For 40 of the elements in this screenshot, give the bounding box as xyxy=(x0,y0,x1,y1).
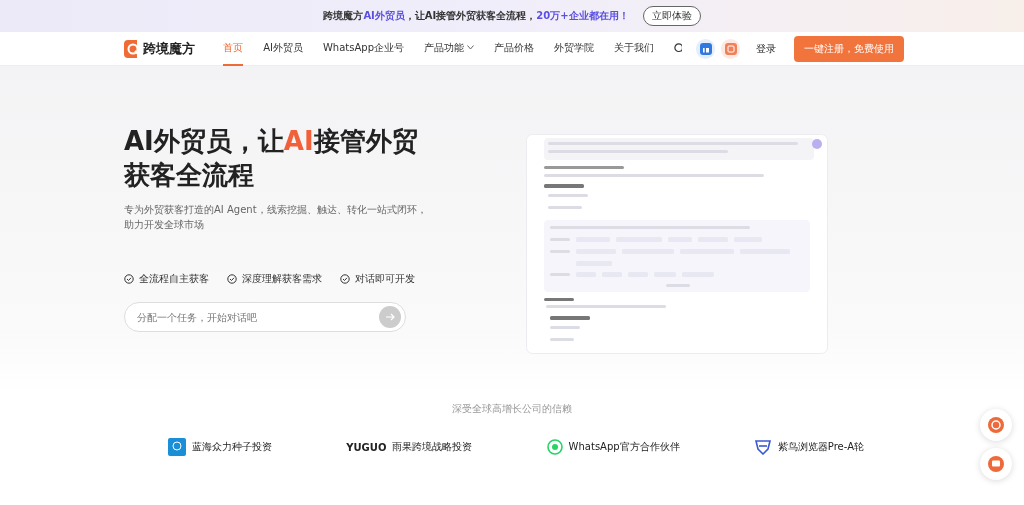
feature-text: 深度理解获客需求 xyxy=(242,272,322,286)
chat-icon xyxy=(987,455,1005,473)
hero-title: AI外贸员，让AI接管外贸获客全流程 xyxy=(124,125,419,192)
nav-link[interactable]: 产品价格 xyxy=(494,31,534,66)
social-icon[interactable] xyxy=(696,38,715,59)
try-now-button[interactable]: 立即体验 xyxy=(642,6,701,26)
partner-logo: YUGUO xyxy=(346,441,387,453)
headset-icon xyxy=(987,416,1005,434)
nav-link[interactable]: AI外贸员 xyxy=(263,31,303,66)
nav-link[interactable]: 关于我们 xyxy=(614,31,654,66)
task-input-field[interactable]: 分配一个任务，开始对话吧 xyxy=(135,310,379,324)
partner-name: WhatsApp官方合作伙伴 xyxy=(568,440,680,454)
whatsapp-icon xyxy=(546,439,563,455)
trust-title: 深受全球高增长公司的信赖 xyxy=(452,402,572,416)
nav-link[interactable]: WhatsApp企业号 xyxy=(322,31,404,66)
check-circle-icon xyxy=(227,274,237,284)
send-button[interactable] xyxy=(379,306,401,328)
search-icon[interactable] xyxy=(674,43,682,54)
hero-subtitle: 专为外贸获客打造的AI Agent，线索挖掘、触达、转化一站式闭环，助力开发全球市场 xyxy=(124,203,428,232)
app-icon[interactable] xyxy=(721,38,740,59)
brand-name: 跨境魔方 xyxy=(143,39,196,58)
chevron-down-icon xyxy=(467,45,474,50)
feature-text: 对话即可开发 xyxy=(355,272,415,286)
nav-link[interactable]: 产品功能 xyxy=(424,31,474,66)
partner-name: 蓝海众力种子投资 xyxy=(192,440,272,454)
support-button[interactable] xyxy=(980,409,1012,441)
task-input-box[interactable]: 分配一个任务，开始对话吧 xyxy=(124,302,406,332)
nav-link[interactable]: 外贸学院 xyxy=(554,31,594,66)
check-circle-icon xyxy=(340,274,350,284)
feature-text: 全流程自主获客 xyxy=(139,272,209,286)
check-circle-icon xyxy=(124,274,134,284)
arrow-right-icon xyxy=(385,313,395,321)
partner-name: 紫鸟浏览器Pre-A轮 xyxy=(777,440,864,454)
promo-text: 跨境魔方AI外贸员，让AI接管外贸获客全流程，20万+企业都在用！ xyxy=(323,9,629,23)
contact-button[interactable] xyxy=(980,448,1012,480)
logo-icon xyxy=(168,438,186,456)
login-link[interactable]: 登录 xyxy=(740,41,776,56)
shield-icon xyxy=(753,439,772,455)
partner-name: 雨果跨境战略投资 xyxy=(392,440,473,454)
logo-icon xyxy=(124,39,138,58)
